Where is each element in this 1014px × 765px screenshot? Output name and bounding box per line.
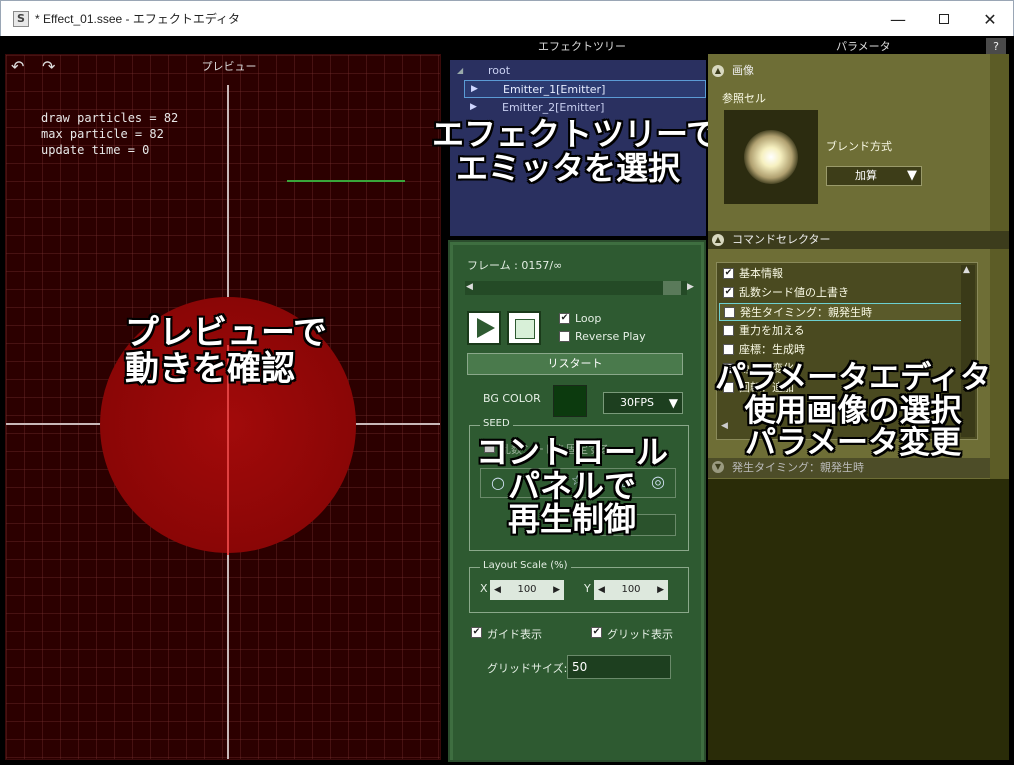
slider-right-arrow-icon[interactable]: ▶ (687, 282, 694, 292)
decrement-icon[interactable]: ◀ (494, 580, 501, 600)
stop-button[interactable] (507, 311, 541, 345)
y-scale-spinner[interactable]: ◀ 100 ▶ (594, 580, 668, 600)
restart-button[interactable]: リスタート (467, 353, 683, 375)
increment-icon[interactable]: ▶ (553, 580, 560, 600)
command-item[interactable]: 座標：生成時 (719, 341, 963, 359)
collapse-icon[interactable]: ▲ (712, 234, 724, 246)
tree-root[interactable]: root (488, 64, 510, 77)
command-section-title: コマンドセレクター (732, 233, 831, 246)
blend-label: ブレンド方式 (826, 140, 892, 153)
command-label: 乱数シード値の上書き (739, 286, 849, 299)
dropdown-arrow-icon: ▼ (668, 396, 678, 410)
title-bar: S * Effect_01.ssee - エフェクトエディタ — ✕ (0, 0, 1014, 36)
guide-label: ガイド表示 (487, 628, 542, 641)
blend-dropdown[interactable]: 加算 ▼ (826, 166, 922, 186)
bg-color-swatch[interactable] (553, 385, 587, 417)
slider-left-arrow-icon[interactable]: ◀ (466, 282, 473, 292)
frame-slider[interactable] (465, 281, 687, 295)
guide-checkbox[interactable]: ✔ (471, 627, 482, 638)
expand-arrow-icon[interactable]: ▶ (471, 84, 478, 94)
preview-stats: draw particles = 82 max particle = 82 up… (41, 111, 179, 157)
command-label: 基本情報 (739, 267, 783, 280)
preview-overlay-caption: プレビューで 動きを確認 (125, 313, 327, 389)
guide-line (287, 180, 405, 182)
effect-editor-window: S * Effect_01.ssee - エフェクトエディタ — ✕ エフェクト… (0, 0, 1014, 765)
ref-cell-label: 参照セル (722, 92, 766, 105)
play-button[interactable] (467, 311, 501, 345)
ref-cell-thumbnail[interactable] (724, 110, 818, 204)
collapse-arrow-icon[interactable]: ◢ (457, 66, 463, 75)
seed-legend: SEED (480, 418, 513, 429)
image-section-title: 画像 (732, 64, 754, 77)
dropdown-arrow-icon: ▼ (907, 168, 917, 183)
close-button[interactable]: ✕ (967, 1, 1013, 37)
timing-section-header[interactable]: ▼ 発生タイミング：親発生時 (708, 458, 990, 478)
reverse-play-label: Reverse Play (575, 330, 646, 343)
command-item[interactable]: 重力を加える (719, 322, 963, 340)
expand-arrow-icon[interactable]: ▶ (470, 102, 477, 112)
bg-color-label: BG COLOR (483, 392, 541, 405)
loop-label: Loop (575, 312, 602, 325)
frame-slider-thumb[interactable] (663, 281, 681, 295)
timing-section-title: 発生タイミング：親発生時 (732, 461, 864, 474)
expand-icon[interactable]: ▼ (712, 461, 724, 473)
fps-dropdown[interactable]: 30FPS ▼ (603, 392, 683, 414)
tree-overlay-caption: エフェクトツリーで エミッタを選択 (432, 115, 719, 187)
frame-counter: フレーム : 0157/∞ (467, 259, 563, 272)
tree-item-label: Emitter_2[Emitter] (502, 101, 605, 114)
command-label: 座標：生成時 (739, 343, 805, 356)
tree-item-label: Emitter_1[Emitter] (503, 83, 606, 96)
command-checkbox[interactable] (724, 307, 735, 318)
layout-scale-legend: Layout Scale (%) (480, 560, 571, 571)
command-item-selected[interactable]: 発生タイミング：親発生時 (719, 303, 963, 321)
command-checkbox[interactable]: ✔ (723, 287, 734, 298)
x-scale-value: 100 (517, 584, 537, 595)
grid-size-label: グリッドサイズ: (487, 662, 568, 675)
fps-value: 30FPS (620, 396, 654, 409)
scroll-up-icon[interactable]: ▲ (963, 265, 970, 275)
command-label: 発生タイミング：親発生時 (740, 306, 872, 319)
x-scale-spinner[interactable]: ◀ 100 ▶ (490, 580, 564, 600)
layout-scale-group: Layout Scale (%) X ◀ 100 ▶ Y ◀ 100 ▶ (469, 560, 689, 613)
command-checkbox[interactable] (723, 325, 734, 336)
loop-checkbox[interactable]: ✔ (559, 313, 570, 324)
image-section-header[interactable]: ▲ 画像 (708, 62, 1009, 80)
decrement-icon[interactable]: ◀ (598, 580, 605, 600)
y-label: Y (584, 582, 591, 595)
x-label: X (480, 582, 488, 595)
command-checkbox[interactable] (723, 344, 734, 355)
effect-tree-header: エフェクトツリー (538, 40, 626, 53)
command-item[interactable]: ✔ 乱数シード値の上書き (719, 284, 963, 302)
command-item[interactable]: ✔ 基本情報 (719, 265, 963, 283)
grid-size-input[interactable]: 50 (567, 655, 671, 679)
command-section-header[interactable]: ▲ コマンドセレクター (708, 231, 1009, 249)
minimize-button[interactable]: — (875, 1, 921, 37)
preview-panel[interactable]: ↶ ↷ プレビュー draw particles = 82 max partic… (5, 54, 441, 760)
maximize-button[interactable] (921, 1, 967, 37)
command-checkbox[interactable]: ✔ (723, 268, 734, 279)
window-title: * Effect_01.ssee - エフェクトエディタ (35, 12, 240, 26)
reverse-play-checkbox[interactable] (559, 331, 570, 342)
tree-item-emitter-1[interactable]: ▶ Emitter_1[Emitter] (464, 80, 706, 98)
app-icon: S (13, 10, 29, 27)
params-overlay-caption: パラメータエディタ 使用画像の選択 パラメータ変更 (715, 360, 991, 462)
preview-title: プレビュー (201, 60, 257, 73)
grid-checkbox[interactable]: ✔ (591, 627, 602, 638)
control-overlay-caption: コントロール パネルで 再生制御 (475, 433, 668, 539)
blend-value: 加算 (855, 169, 877, 182)
maximize-icon (939, 14, 949, 24)
y-scale-value: 100 (621, 584, 641, 595)
params-header: パラメータ (836, 40, 891, 53)
increment-icon[interactable]: ▶ (657, 580, 664, 600)
collapse-icon[interactable]: ▲ (712, 65, 724, 77)
grid-label: グリッド表示 (607, 628, 673, 641)
command-label: 重力を加える (739, 324, 805, 337)
